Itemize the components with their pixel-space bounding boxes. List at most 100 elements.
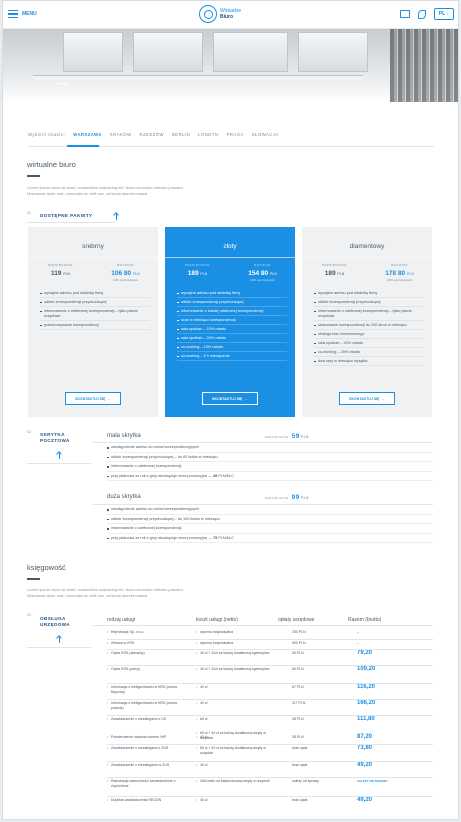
contact-button[interactable]: SKONTAKTUJ SIĘ →: [65, 392, 121, 405]
office-fee: 38 PLN: [292, 735, 304, 739]
packages-heading: DOSTĘPNE PAKIETY: [40, 213, 93, 218]
title-underline: [27, 578, 40, 580]
price-value: 189: [324, 270, 336, 277]
section-number: 02: [27, 430, 31, 434]
feature-item: obsługa faxu internetowego: [314, 330, 424, 339]
city-tabs: Wybierz miasto: WARSZAWA KRAKÓW RZESZÓW …: [28, 132, 279, 137]
currency: PLN: [337, 272, 345, 276]
hero-window: [133, 32, 203, 72]
total-gross: 73,80: [357, 745, 373, 751]
total-gross: 49,20: [357, 797, 373, 803]
logo-icon: [199, 5, 217, 23]
service-cost: 60 zł + 40 zł za każdą dodatkową wizytę …: [200, 746, 266, 755]
section-number: 01: [27, 613, 31, 617]
service-cost: 40 zł: [200, 798, 208, 802]
feature-item: wynajem adresu pod siedzibę firmy: [40, 289, 150, 298]
bullet-icon: •: [196, 779, 198, 783]
service-name: Informacja o nieligurowaniu w KRK (osoba…: [111, 685, 177, 694]
tab-city-2[interactable]: RZESZÓW: [140, 132, 164, 137]
price-label: MIESIĘCZNIE: [185, 263, 210, 267]
office-service-heading-line2: URZĘDOWA: [40, 622, 70, 627]
promo-unit: PLN/M-C: [218, 473, 234, 478]
tab-city-1[interactable]: KRAKÓW: [110, 132, 132, 137]
package-name: srebrny: [82, 243, 104, 250]
bullet-icon: •: [107, 630, 109, 634]
bullet-icon: •: [107, 763, 109, 767]
tab-city-6[interactable]: SŁOWACJA: [252, 132, 279, 137]
promo-price: 79: [212, 535, 218, 540]
title-underline: [27, 175, 40, 177]
service-name: Potwierdzenie nadania numeru NIP: [111, 735, 167, 739]
price-label: MIESIĘCZNIE: [265, 435, 289, 439]
contact-button[interactable]: SKONTAKTUJ SIĘ →: [202, 392, 258, 405]
bullet-icon: •: [196, 701, 198, 705]
small-box-features: udostępnienie adresu do celów koresponde…: [107, 443, 433, 481]
small-box-title: mała skrytka: [107, 433, 141, 439]
office-fee: brak opłat: [292, 798, 308, 802]
bullet-icon: •: [196, 717, 198, 721]
logo-line2: Biuro: [220, 14, 234, 20]
price-value: 59: [291, 433, 300, 440]
hero-window: [298, 32, 368, 72]
office-service-heading: OBSŁUGA URZĘDOWA: [40, 616, 70, 628]
logo-text: Wirtualne Biuro: [220, 8, 241, 20]
col-header-service: rodzaj usługi: [107, 617, 136, 623]
list-item: informowanie o odebranej korespondencji: [107, 462, 433, 472]
total-gross: 109,20: [357, 666, 376, 672]
savings-note: 20% oszczędności: [250, 278, 275, 282]
feature-item: przechowywanie korespondencji: [40, 321, 150, 330]
total-gross: –: [357, 630, 359, 634]
tab-city-4[interactable]: LONDYN: [198, 132, 218, 137]
tab-city-0[interactable]: WARSZAWA: [73, 132, 102, 137]
service-cost: 40 zł + 20zł za każdą dodatkową egzempla…: [200, 651, 270, 655]
currency: PLN: [132, 272, 140, 276]
service-name: Odpis KRS (pełny): [111, 667, 140, 671]
service-name: Rejestracja Sp. z o.o.: [111, 630, 145, 634]
arrow-up-icon[interactable]: [56, 635, 62, 643]
monthly-price: MIESIĘCZNIE 189 PLN: [302, 263, 367, 277]
feature-item: odbiór korespondencji przychodzącej: [40, 298, 150, 307]
table-header-divider: [93, 625, 433, 626]
service-name: Rejestracja samochodu/ zawiadomienie o z…: [111, 779, 176, 788]
mail-icon[interactable]: [399, 10, 410, 18]
col-header-total: Razem (brutto): [348, 617, 382, 623]
feature-item: co-working – 20% rabatu: [314, 348, 424, 357]
service-cost: 40zł netto za każdorazową wizytę w urzęd…: [200, 779, 270, 783]
feature-item: wynajem adresu pod siedzibę firmy: [177, 289, 287, 298]
total-gross: 166,20: [357, 700, 376, 706]
service-name: Zaświadczenie o niezaleganiu z ZUS: [111, 746, 169, 750]
language-button[interactable]: PL ↓: [433, 8, 454, 20]
promo-text: przy płatności za rok z góry obowiązuje …: [111, 535, 208, 540]
price-value: 189: [187, 270, 199, 277]
hero-window: [63, 32, 123, 72]
menu-button[interactable]: MENU: [8, 10, 37, 18]
tab-city-5[interactable]: PRAGA: [227, 132, 244, 137]
logo[interactable]: Wirtualne Biuro: [199, 5, 241, 23]
phone-icon[interactable]: [417, 9, 426, 19]
service-cost: 40 zł + 20zł za każdą dodatkową egzempla…: [200, 667, 270, 671]
office-fee: 67 PLN: [292, 685, 304, 689]
section-title-accounting: księgowość: [27, 563, 66, 572]
bullet-icon: •: [107, 717, 109, 721]
bullet-icon: •: [196, 630, 198, 634]
feature-item: odbiór korespondencji przychodzącej: [177, 298, 287, 307]
bullet-icon: •: [196, 763, 198, 767]
bullet-icon: •: [196, 735, 198, 739]
large-box-title: duża skrytka: [107, 494, 141, 500]
price-label: ROCZNIE: [117, 263, 134, 267]
tab-city-3[interactable]: BERLIN: [172, 132, 190, 137]
package-card-silver: srebrny MIESIĘCZNIE 119 PLN ROCZNIE 106 …: [28, 227, 158, 417]
contact-button[interactable]: SKONTAKTUJ SIĘ →: [339, 392, 395, 405]
service-name: Zaświadczenie o niezaleganiu z US: [111, 717, 167, 721]
office-fee: 60 PLN: [292, 667, 304, 671]
list-item: przy płatności za rok z góry obowiązuje …: [107, 534, 433, 543]
bullet-icon: •: [107, 641, 109, 645]
service-cost: 60 zł: [200, 717, 208, 721]
heading-divider: [27, 222, 115, 223]
section-title-virtual-office: wirtualne biuro: [27, 160, 76, 169]
currency: PLN: [300, 496, 309, 500]
arrow-up-icon[interactable]: [113, 212, 119, 220]
currency: PLN: [406, 272, 414, 276]
price-label: ROCZNIE: [254, 263, 271, 267]
arrow-up-icon[interactable]: [56, 451, 62, 459]
